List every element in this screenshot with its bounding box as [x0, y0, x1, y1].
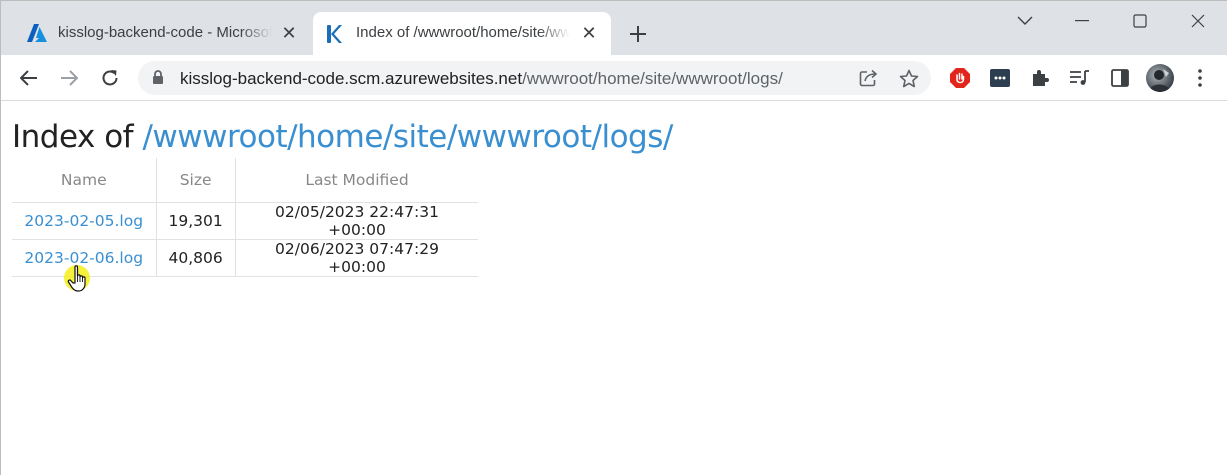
column-header-last-modified: Last Modified	[234, 158, 479, 202]
new-tab-icon[interactable]	[624, 20, 652, 48]
file-modified-cell: 02/05/2023 22:47:31 +00:00	[234, 201, 479, 239]
column-header-size: Size	[155, 158, 236, 202]
url-path: /wwwroot/home/site/wwwroot/logs/	[522, 69, 783, 88]
browser-toolbar: kisslog-backend-code.scm.azurewebsites.n…	[1, 55, 1227, 101]
close-window-icon[interactable]	[1185, 9, 1211, 33]
extensions-puzzle-icon[interactable]	[1027, 65, 1053, 91]
table-header-row: Name Size Last Modified	[12, 158, 479, 202]
minimize-icon[interactable]	[1069, 9, 1095, 33]
password-manager-icon[interactable]	[987, 65, 1013, 91]
share-icon[interactable]	[857, 66, 881, 90]
back-arrow-icon[interactable]	[14, 63, 44, 93]
tab-search-chevron-icon[interactable]	[1012, 9, 1038, 33]
file-listing-table: Name Size Last Modified 2023-02-05.log 1…	[12, 158, 479, 277]
tab-azure-portal[interactable]: kisslog-backend-code - Microsoft Azure ✕	[15, 12, 311, 55]
side-panel-icon[interactable]	[1107, 65, 1133, 91]
directory-path-link[interactable]: /wwwroot/home/site/wwwroot/logs/	[142, 119, 673, 155]
file-modified-cell: 02/06/2023 07:47:29 +00:00	[234, 238, 479, 277]
forward-arrow-icon[interactable]	[54, 63, 84, 93]
maximize-icon[interactable]	[1127, 9, 1153, 33]
url-text[interactable]: kisslog-backend-code.scm.azurewebsites.n…	[180, 69, 783, 89]
adblock-icon[interactable]	[947, 65, 973, 91]
file-size-cell: 19,301	[155, 201, 236, 239]
hand-pointer-cursor-icon	[62, 261, 96, 295]
browser-window: kisslog-backend-code - Microsoft Azure ✕…	[0, 0, 1227, 475]
column-header-name: Name	[60, 170, 107, 189]
close-tab-icon[interactable]: ✕	[279, 23, 299, 43]
reload-icon[interactable]	[95, 63, 125, 93]
file-name-cell: 2023-02-05.log	[12, 201, 156, 239]
tab-kudu-index[interactable]: Index of /wwwroot/home/site/wwwroot/logs…	[313, 12, 611, 55]
kudu-icon	[325, 24, 343, 43]
profile-avatar[interactable]	[1146, 64, 1174, 92]
address-bar[interactable]: kisslog-backend-code.scm.azurewebsites.n…	[138, 61, 931, 95]
bookmark-star-icon[interactable]	[897, 66, 921, 90]
more-menu-icon[interactable]	[1187, 65, 1213, 91]
file-link[interactable]: 2023-02-05.log	[24, 212, 143, 230]
tab-title: kisslog-backend-code - Microsoft Azure	[58, 24, 272, 41]
media-control-icon[interactable]	[1067, 65, 1093, 91]
lock-icon[interactable]	[152, 70, 164, 90]
page-title: Index of /wwwroot/home/site/wwwroot/logs…	[12, 119, 673, 155]
page-title-prefix: Index of	[12, 119, 134, 155]
azure-icon	[27, 24, 47, 42]
file-size-cell: 40,806	[155, 238, 236, 277]
url-host: kisslog-backend-code.scm.azurewebsites.n…	[180, 69, 523, 88]
table-row: 2023-02-05.log 19,301 02/05/2023 22:47:3…	[12, 201, 479, 239]
close-tab-icon[interactable]: ✕	[579, 23, 599, 43]
tab-strip: kisslog-backend-code - Microsoft Azure ✕…	[1, 1, 1227, 55]
tab-title: Index of /wwwroot/home/site/wwwroot/logs…	[356, 24, 570, 41]
page-content: Index of /wwwroot/home/site/wwwroot/logs…	[1, 101, 1227, 475]
